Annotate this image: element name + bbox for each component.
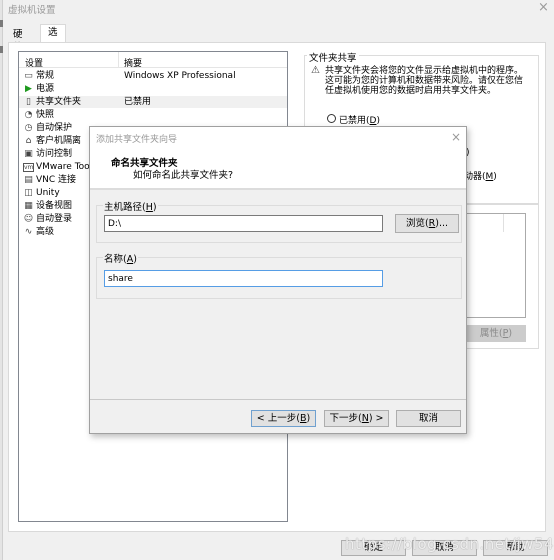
access-control-icon: ▣ [24, 149, 33, 159]
watermark: https://blog.csdn.net/jw5493 [345, 535, 554, 553]
disabled-radio[interactable] [327, 114, 336, 123]
warning-text: 共享文件夹会将您的文件显示给虚拟机中的程序。这可能为您的计算机和数据带来风险。请… [325, 66, 524, 96]
advanced-icon: ∿ [24, 227, 33, 237]
wizard-subheading: 如何命名此共享文件夹? [133, 170, 234, 181]
back-button[interactable]: < 上一步(B) [251, 410, 316, 427]
settings-row[interactable]: ◔ 快照 [19, 109, 287, 121]
edge-marker [0, 46, 3, 53]
edge-marker [0, 20, 3, 27]
host-path-label: 主机路径(H) [103, 199, 158, 213]
name-label: 名称(A) [103, 251, 138, 265]
name-input[interactable] [104, 270, 383, 287]
tab-options[interactable]: 选项 [40, 24, 66, 54]
option-disabled-label: 已禁用(D) [339, 116, 380, 126]
general-icon: ▭ [24, 71, 33, 81]
column-separator[interactable] [118, 52, 119, 68]
window-title: 虚拟机设置 [8, 5, 56, 16]
tab-hardware[interactable]: 硬件 [8, 28, 28, 53]
host-path-group: 主机路径(H) 浏览(R)... [96, 199, 462, 243]
browse-button[interactable]: 浏览(R)... [395, 214, 459, 233]
properties-button[interactable]: 属性(P) [466, 325, 526, 342]
wizard-cancel-button[interactable]: 取消 [396, 410, 461, 427]
settings-row[interactable]: ▭ 常规 Windows XP Professional [19, 70, 287, 82]
guest-isolation-icon: ⌂ [25, 136, 32, 146]
autoprotect-icon: ◷ [24, 123, 33, 133]
column-header-setting[interactable]: 设置 [25, 56, 43, 69]
name-group: 名称(A) [96, 251, 462, 299]
wizard-title: 添加共享文件夹向导 [96, 135, 178, 145]
settings-row-label: 快照 [36, 110, 55, 120]
column-separator [503, 214, 504, 232]
settings-row-summary: Windows XP Professional [124, 71, 236, 81]
shared-folder-icon: ▯ [26, 97, 31, 107]
column-header-summary[interactable]: 摘要 [124, 56, 142, 69]
snapshot-icon: ◔ [24, 110, 33, 120]
next-button[interactable]: 下一步(N) > [324, 410, 389, 427]
warning-icon: ⚠ [311, 65, 320, 76]
folder-sharing-legend: 文件夹共享 [307, 50, 359, 64]
vnc-icon: ▤ [24, 175, 33, 185]
window-close-icon[interactable]: × [538, 1, 549, 15]
power-icon: ▶ [25, 84, 32, 94]
window-left-edge [0, 0, 3, 560]
add-shared-folder-wizard: 添加共享文件夹向导 × 命名共享文件夹 如何命名此共享文件夹? 主机路径(H) … [89, 126, 467, 434]
settings-row-label: 共享文件夹 [36, 97, 82, 107]
settings-row-summary: 已禁用 [124, 97, 152, 107]
settings-row[interactable]: ▯ 共享文件夹 已禁用 [19, 96, 287, 108]
settings-row-label: 电源 [36, 84, 55, 94]
autologin-icon: ☺ [23, 214, 34, 224]
settings-row-label: 常规 [36, 71, 55, 81]
host-path-input[interactable] [104, 215, 383, 232]
list-header: 设置 摘要 [19, 52, 287, 69]
partial-option-label: 动器(M) [464, 172, 497, 182]
unity-icon: ◫ [24, 188, 33, 198]
wizard-separator [90, 399, 466, 400]
wizard-close-icon[interactable]: × [451, 130, 461, 144]
device-view-icon: ▦ [24, 201, 33, 211]
settings-row[interactable]: ▶ 电源 [19, 83, 287, 95]
vmware-tools-icon: vm [23, 163, 34, 172]
shared-folders-list[interactable] [466, 213, 526, 318]
wizard-header: 添加共享文件夹向导 × 命名共享文件夹 如何命名此共享文件夹? [90, 127, 466, 190]
